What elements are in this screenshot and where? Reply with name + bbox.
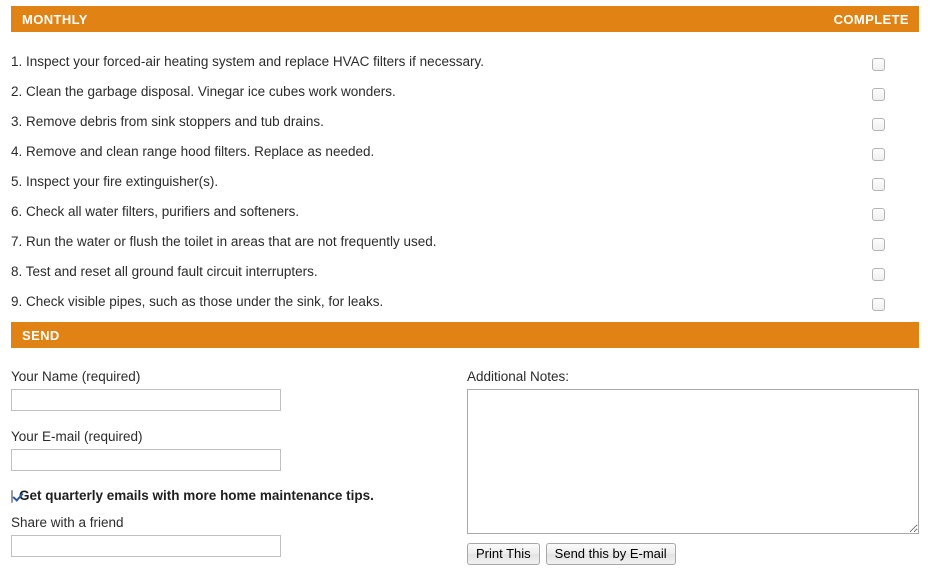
checklist-row: 2. Clean the garbage disposal. Vinegar i… [0,77,931,107]
checklist-item-checkbox-wrap [872,206,885,224]
checklist-item-checkbox[interactable] [872,268,885,282]
quarterly-emails-checkbox[interactable] [11,489,13,503]
checklist-row: 3. Remove debris from sink stoppers and … [0,107,931,137]
checklist-row: 7. Run the water or flush the toilet in … [0,227,931,257]
additional-notes-label: Additional Notes: [467,369,570,384]
send-by-email-button[interactable]: Send this by E-mail [545,543,676,565]
checklist-item-checkbox[interactable] [872,88,885,102]
checklist-item-checkbox-wrap [872,176,885,194]
checklist-item-checkbox-wrap [872,236,885,254]
checklist-row: 8. Test and reset all ground fault circu… [0,257,931,287]
contact-form-left-column: Your Name (required) Your E-mail (requir… [11,368,374,557]
checklist-row: 6. Check all water filters, purifiers an… [0,197,931,227]
checklist-item-label: 2. Clean the garbage disposal. Vinegar i… [11,84,396,99]
name-field-label: Your Name (required) [11,369,141,384]
checklist-item-checkbox[interactable] [872,238,885,252]
checklist-row: 4. Remove and clean range hood filters. … [0,137,931,167]
checklist-row: 1. Inspect your forced-air heating syste… [0,47,931,77]
checklist-item-checkbox[interactable] [872,178,885,192]
maintenance-checklist-page: MONTHLY COMPLETE 1. Inspect your forced-… [0,0,931,581]
print-this-button[interactable]: Print This [467,543,540,565]
checklist-item-checkbox[interactable] [872,58,885,72]
checklist-item-checkbox[interactable] [872,148,885,162]
checklist-item-checkbox-wrap [872,86,885,104]
share-with-friend-input[interactable] [11,535,281,557]
email-input[interactable] [11,449,281,471]
monthly-checklist: 1. Inspect your forced-air heating syste… [0,47,931,317]
quarterly-emails-optin-row[interactable]: Get quarterly emails with more home main… [11,488,374,504]
checklist-item-label: 4. Remove and clean range hood filters. … [11,144,375,159]
checklist-item-label: 3. Remove debris from sink stoppers and … [11,114,324,129]
checklist-item-checkbox-wrap [872,266,885,284]
checklist-item-label: 5. Inspect your fire extinguisher(s). [11,174,219,189]
email-field-label: Your E-mail (required) [11,429,143,444]
monthly-section-header: MONTHLY COMPLETE [11,6,919,32]
monthly-section-title: MONTHLY [22,11,88,27]
checklist-item-checkbox-wrap [872,296,885,314]
checklist-item-checkbox[interactable] [872,118,885,132]
send-section-header: SEND [11,322,919,348]
checklist-row: 5. Inspect your fire extinguisher(s). [0,167,931,197]
checklist-item-checkbox[interactable] [872,208,885,222]
additional-notes-textarea[interactable] [467,389,919,534]
quarterly-emails-label: Get quarterly emails with more home main… [19,488,374,503]
checklist-item-checkbox-wrap [872,116,885,134]
form-action-buttons: Print This Send this by E-mail [467,543,919,565]
name-input[interactable] [11,389,281,411]
checklist-row: 9. Check visible pipes, such as those un… [0,287,931,317]
checklist-item-label: 9. Check visible pipes, such as those un… [11,294,384,309]
contact-form-right-column: Additional Notes: Print This Send this b… [467,368,919,565]
checklist-item-label: 6. Check all water filters, purifiers an… [11,204,300,219]
checklist-item-label: 7. Run the water or flush the toilet in … [11,234,437,249]
checklist-item-label: 1. Inspect your forced-air heating syste… [11,54,484,69]
complete-column-header: COMPLETE [833,11,909,27]
checklist-item-checkbox-wrap [872,146,885,164]
share-field-label: Share with a friend [11,515,124,530]
send-section-title: SEND [22,327,60,343]
checklist-item-label: 8. Test and reset all ground fault circu… [11,264,318,279]
checklist-item-checkbox[interactable] [872,298,885,312]
checklist-item-checkbox-wrap [872,56,885,74]
